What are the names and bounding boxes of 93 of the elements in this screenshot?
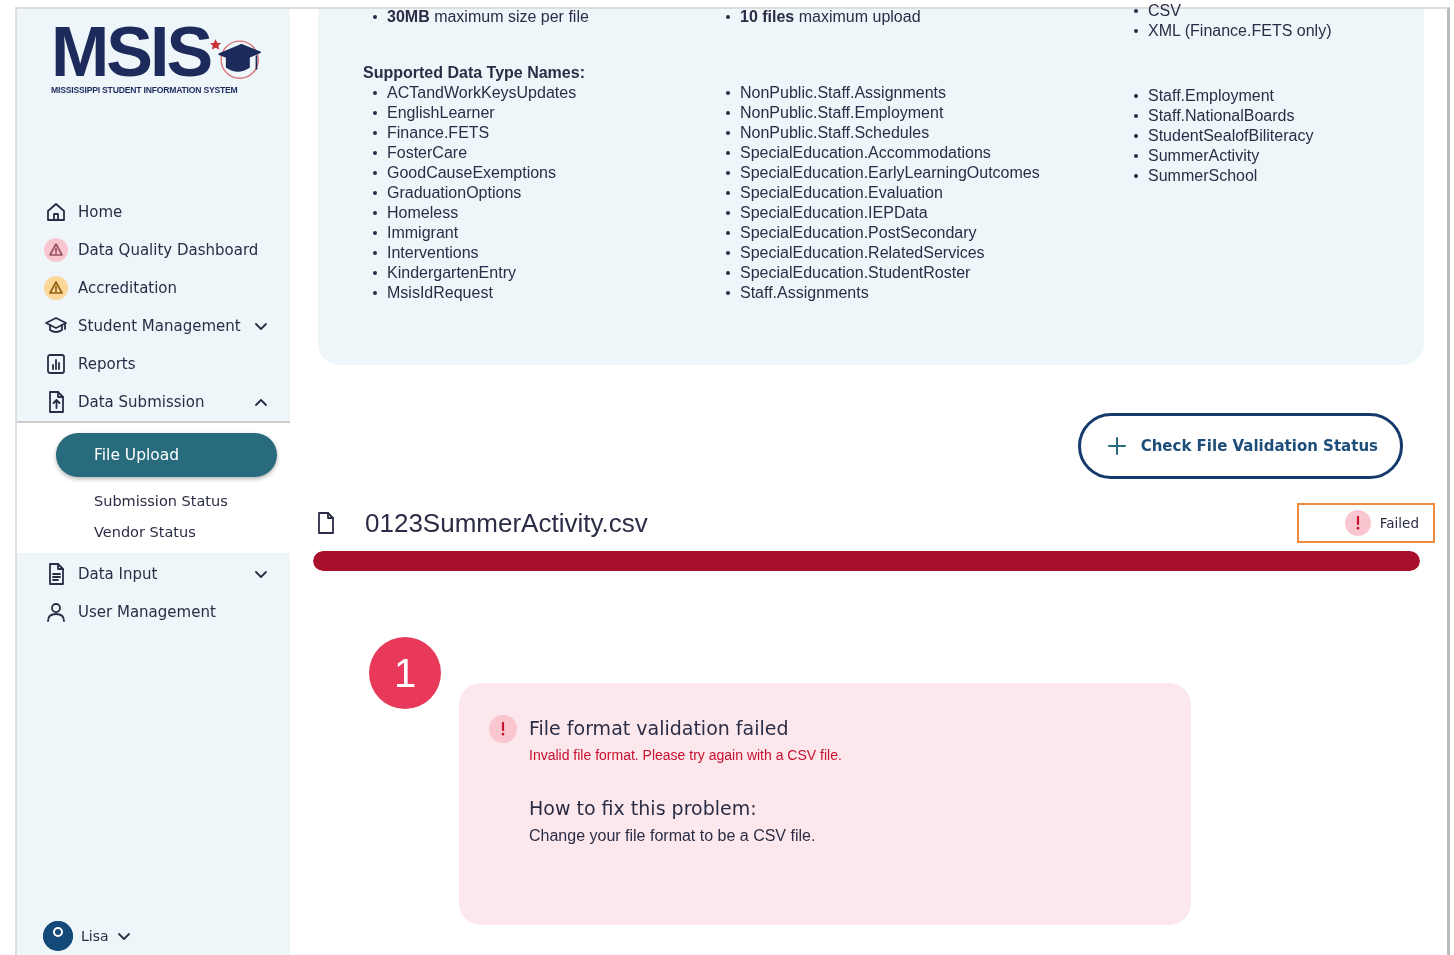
data-type-name: SpecialEducation.RelatedServices: [740, 243, 985, 263]
data-type-name: Homeless: [387, 203, 459, 223]
data-type-name: NonPublic.Staff.Schedules: [740, 123, 930, 143]
person-icon: [44, 600, 68, 624]
data-type-name: SpecialEducation.Evaluation: [740, 183, 943, 203]
status-text: Failed: [1379, 515, 1419, 531]
nav-item[interactable]: User Management: [17, 593, 290, 631]
data-type-name: GoodCauseExemptions: [387, 163, 556, 183]
bullet-icon: [373, 171, 377, 175]
check-status-button[interactable]: Check File Validation Status: [1077, 413, 1403, 479]
exclamation-icon: [1355, 516, 1360, 530]
bullet-icon: [726, 231, 730, 235]
bullet-icon: [726, 111, 730, 115]
logo-subtitle: MISSISSIPPI STUDENT INFORMATION SYSTEM: [51, 85, 238, 95]
bullet-icon: [373, 131, 377, 135]
data-type-name: NonPublic.Staff.Assignments: [740, 83, 947, 103]
avatar-icon: [43, 921, 73, 951]
limit-text: 30MB maximum size per file: [387, 7, 589, 27]
data-type-name: SummerActivity: [1148, 146, 1260, 166]
bullet-icon: [726, 131, 730, 135]
bullet-icon: [1134, 9, 1138, 13]
bullet-icon: [1134, 174, 1138, 178]
bullet-icon: [726, 151, 730, 155]
data-type-name: StudentSealofBiliteracy: [1148, 126, 1314, 146]
submenu-item[interactable]: Submission Status: [56, 485, 277, 516]
data-type-name: Staff.NationalBoards: [1148, 106, 1295, 126]
error-title: File format validation failed: [529, 716, 790, 741]
submenu-item[interactable]: File Upload: [56, 433, 277, 477]
data-type-name: SpecialEducation.StudentRoster: [740, 263, 971, 283]
bullet-icon: [726, 251, 730, 255]
bullet-icon: [373, 251, 377, 255]
nav-item[interactable]: Home: [17, 193, 290, 231]
bullet-icon: [373, 191, 377, 195]
data-type-name: GraduationOptions: [387, 183, 522, 203]
home-icon: [44, 200, 68, 224]
bullet-icon: [1134, 134, 1138, 138]
nav-item[interactable]: Data Quality Dashboard: [17, 231, 290, 269]
data-type-name: SpecialEducation.EarlyLearningOutcomes: [740, 163, 1040, 183]
user-name[interactable]: Lisa: [81, 928, 109, 944]
bullet-icon: [726, 211, 730, 215]
bullet-icon: [726, 191, 730, 195]
fix-text: Change your file format to be a CSV file.: [529, 827, 817, 845]
bullet-icon: [373, 271, 377, 275]
data-type-name: SpecialEducation.IEPData: [740, 203, 928, 223]
bullet-icon: [726, 91, 730, 95]
data-type-name: Staff.Assignments: [740, 283, 869, 303]
file-icon: [315, 511, 337, 535]
bullet-icon: [373, 291, 377, 295]
data-type-name: EnglishLearner: [387, 103, 495, 123]
data-type-name: Finance.FETS: [387, 123, 490, 143]
data-type-name: ACTandWorkKeysUpdates: [387, 83, 577, 103]
data-type-name: Immigrant: [387, 223, 459, 243]
data-type-name: MsisIdRequest: [387, 283, 493, 303]
format-text: XML (Finance.FETS only): [1148, 21, 1332, 41]
nav-item[interactable]: Reports: [17, 345, 290, 383]
section-heading: Supported Data Type Names:: [363, 63, 586, 83]
nav-item[interactable]: Data Submission: [17, 383, 290, 421]
bullet-icon: [373, 151, 377, 155]
data-type-name: SpecialEducation.PostSecondary: [740, 223, 977, 243]
error-message: Invalid file format. Please try again with a CSV file.: [529, 747, 842, 763]
data-type-name: SummerSchool: [1148, 166, 1258, 186]
data-type-name: FosterCare: [387, 143, 468, 163]
bullet-icon: [726, 15, 730, 19]
nav-item[interactable]: Accreditation: [17, 269, 290, 307]
format-text: CSV: [1148, 1, 1181, 21]
nav-item[interactable]: Data Input: [17, 555, 290, 593]
bullet-icon: [1134, 29, 1138, 33]
data-type-name: NonPublic.Staff.Employment: [740, 103, 944, 123]
bullet-icon: [373, 15, 377, 19]
bullet-icon: [1134, 154, 1138, 158]
file-name: 0123SummerActivity.csv: [365, 507, 649, 539]
bullet-icon: [373, 91, 377, 95]
bullet-icon: [373, 211, 377, 215]
bullet-icon: [1134, 94, 1138, 98]
fix-heading: How to fix this problem:: [529, 796, 758, 821]
bullet-icon: [726, 271, 730, 275]
limit-text: 10 files maximum upload: [740, 7, 921, 27]
bullet-icon: [373, 111, 377, 115]
submenu-item[interactable]: Vendor Status: [56, 516, 277, 547]
logo-title: MSIS: [51, 23, 211, 81]
exclamation-icon: [501, 722, 505, 736]
bullet-icon: [1134, 114, 1138, 118]
data-type-name: SpecialEducation.Accommodations: [740, 143, 991, 163]
plus-icon: [1106, 436, 1127, 456]
bar-chart-icon: [44, 352, 68, 376]
data-type-name: Interventions: [387, 243, 479, 263]
bullet-icon: [373, 231, 377, 235]
data-type-name: Staff.Employment: [1148, 86, 1274, 106]
bullet-icon: [726, 171, 730, 175]
nav-item[interactable]: Student Management: [17, 307, 290, 345]
data-type-name: KindergartenEntry: [387, 263, 516, 283]
bullet-icon: [726, 291, 730, 295]
step-number-badge: 1: [369, 637, 441, 709]
